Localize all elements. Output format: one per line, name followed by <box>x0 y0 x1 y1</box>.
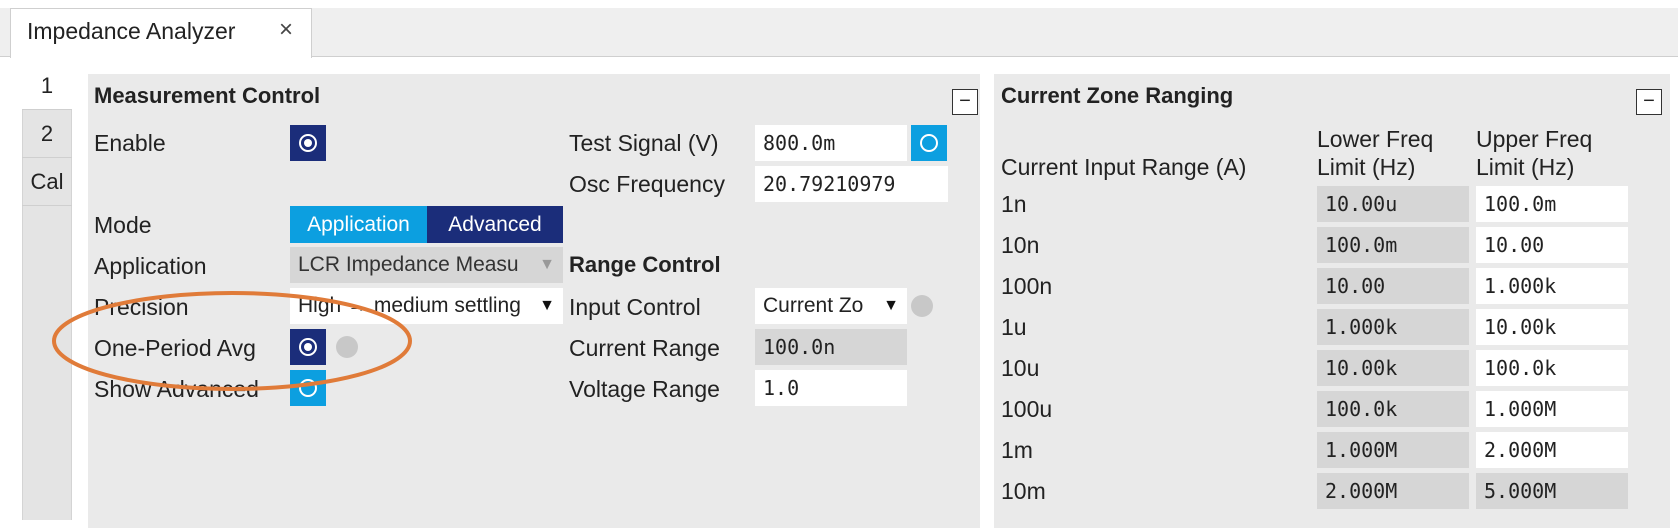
test-signal-label: Test Signal (V) <box>569 130 719 156</box>
upper-freq-limit-input[interactable]: 10.00 <box>1476 227 1628 263</box>
precision-label: Precision <box>94 294 189 320</box>
checked-icon <box>299 134 317 152</box>
current-range-value: 100n <box>1001 273 1053 299</box>
minimize-current-zone-button[interactable]: − <box>1636 89 1662 115</box>
show-advanced-label: Show Advanced <box>94 376 259 402</box>
chevron-down-icon: ▼ <box>539 297 555 314</box>
osc-frequency-label: Osc Frequency <box>569 171 725 197</box>
one-period-avg-label: One-Period Avg <box>94 335 256 361</box>
input-control-label: Input Control <box>569 294 701 320</box>
side-tab-2[interactable]: 2 <box>22 110 72 158</box>
lower-freq-limit-field: 10.00u <box>1317 186 1469 222</box>
current-zone-ranging-title: Current Zone Ranging <box>1001 83 1234 108</box>
lower-freq-limit-field: 1.000M <box>1317 432 1469 468</box>
checked-icon <box>299 338 317 356</box>
mode-advanced-button[interactable]: Advanced <box>427 206 563 243</box>
chevron-down-icon: ▼ <box>539 256 555 273</box>
voltage-range-input[interactable]: 1.0 <box>755 370 907 406</box>
current-range-label: Current Range <box>569 335 720 361</box>
show-advanced-checkbox[interactable] <box>290 370 326 406</box>
tab-impedance-analyzer[interactable]: Impedance Analyzer × <box>10 8 312 58</box>
col-header-lower-freq-line2: Limit (Hz) <box>1317 154 1416 180</box>
col-header-current-input-range: Current Input Range (A) <box>1001 154 1247 180</box>
current-range-field: 100.0n <box>755 329 907 365</box>
range-control-title: Range Control <box>569 252 721 277</box>
current-range-value: 100u <box>1001 396 1053 422</box>
voltage-range-label: Voltage Range <box>569 376 720 402</box>
col-header-upper-freq-line1: Upper Freq <box>1476 126 1593 152</box>
chevron-down-icon: ▼ <box>883 297 899 314</box>
minimize-measurement-control-button[interactable]: − <box>952 89 978 115</box>
upper-freq-limit-input[interactable]: 2.000M <box>1476 432 1628 468</box>
osc-frequency-input[interactable]: 20.79210979 <box>755 166 948 202</box>
one-period-avg-status-indicator <box>336 336 358 358</box>
enable-label: Enable <box>94 130 166 156</box>
precision-select[interactable]: High → medium settling ▼ <box>290 288 563 324</box>
current-range-value: 1n <box>1001 191 1027 217</box>
application-label: Application <box>94 253 207 279</box>
side-tab-1[interactable]: 1 <box>22 62 72 110</box>
upper-freq-limit-input[interactable]: 100.0k <box>1476 350 1628 386</box>
lower-freq-limit-field: 10.00k <box>1317 350 1469 386</box>
lower-freq-limit-field: 10.00 <box>1317 268 1469 304</box>
measurement-control-title: Measurement Control <box>94 83 321 108</box>
current-range-value: 1u <box>1001 314 1027 340</box>
upper-freq-limit-input: 5.000M <box>1476 473 1628 509</box>
input-control-select[interactable]: Current Zo ▼ <box>755 288 907 324</box>
current-range-value: 10m <box>1001 478 1046 504</box>
upper-freq-limit-input[interactable]: 1.000M <box>1476 391 1628 427</box>
side-tab-cal[interactable]: Cal <box>22 158 72 206</box>
lower-freq-limit-field: 100.0m <box>1317 227 1469 263</box>
input-control-status-indicator <box>911 295 933 317</box>
mode-label: Mode <box>94 212 152 238</box>
upper-freq-limit-input[interactable]: 10.00k <box>1476 309 1628 345</box>
enable-checkbox[interactable] <box>290 125 326 161</box>
test-signal-input[interactable]: 800.0m <box>755 125 907 161</box>
lower-freq-limit-field: 100.0k <box>1317 391 1469 427</box>
tab-title: Impedance Analyzer <box>27 18 236 44</box>
application-select[interactable]: LCR Impedance Measu ▼ <box>290 247 563 283</box>
current-range-value: 10u <box>1001 355 1040 381</box>
one-period-avg-checkbox[interactable] <box>290 329 326 365</box>
close-icon[interactable]: × <box>279 16 293 44</box>
col-header-upper-freq-line2: Limit (Hz) <box>1476 154 1575 180</box>
lower-freq-limit-field: 2.000M <box>1317 473 1469 509</box>
unchecked-icon <box>299 379 317 397</box>
upper-freq-limit-input[interactable]: 100.0m <box>1476 186 1628 222</box>
test-signal-enable-toggle[interactable] <box>911 125 947 161</box>
current-range-value: 1m <box>1001 437 1033 463</box>
mode-application-button[interactable]: Application <box>290 206 427 243</box>
upper-freq-limit-input[interactable]: 1.000k <box>1476 268 1628 304</box>
unchecked-icon <box>920 134 938 152</box>
current-range-value: 10n <box>1001 232 1040 258</box>
col-header-lower-freq-line1: Lower Freq <box>1317 126 1434 152</box>
lower-freq-limit-field: 1.000k <box>1317 309 1469 345</box>
